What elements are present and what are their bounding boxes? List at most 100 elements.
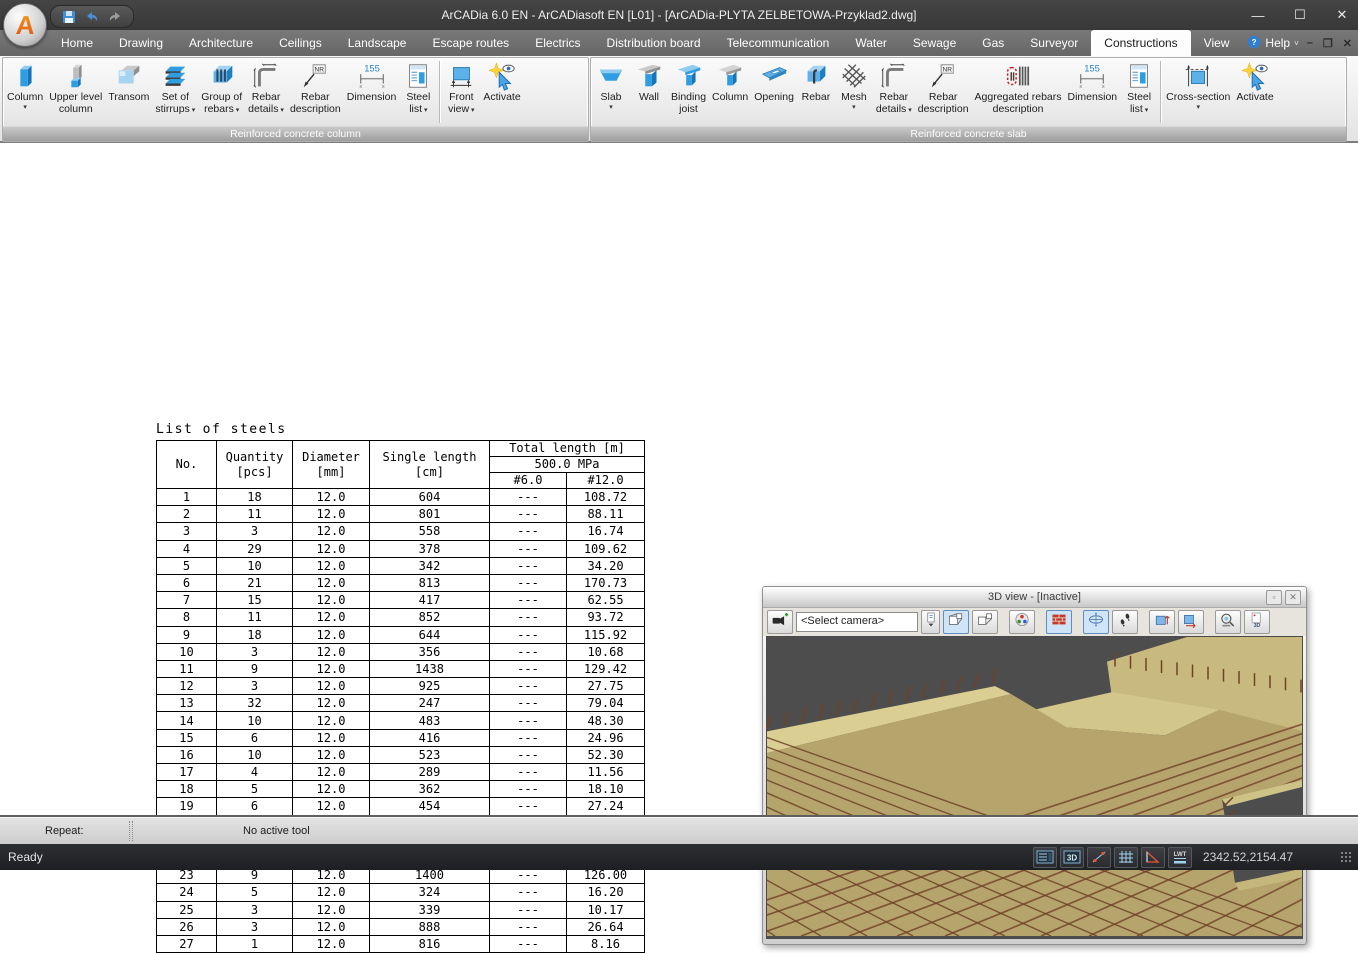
persp-view-button[interactable] bbox=[943, 610, 969, 634]
tab-escape-routes[interactable]: Escape routes bbox=[419, 30, 522, 56]
mesh-button[interactable]: Mesh▾ bbox=[835, 59, 873, 126]
axono-view-button[interactable] bbox=[972, 610, 998, 634]
activate-button[interactable]: Activate bbox=[480, 59, 523, 126]
upper-level-column-button[interactable]: Upper levelcolumn bbox=[46, 59, 105, 126]
project-manager-toggle[interactable] bbox=[1033, 847, 1057, 868]
status-message: Ready bbox=[8, 844, 43, 870]
table-cell: 356 bbox=[370, 643, 490, 660]
table-row: 25312.0339---10.17 bbox=[157, 901, 645, 918]
tab-constructions[interactable]: Constructions bbox=[1091, 30, 1190, 56]
apply-camera-button[interactable] bbox=[921, 610, 940, 634]
tab-telecommunication[interactable]: Telecommunication bbox=[714, 30, 843, 56]
qat-save-button[interactable] bbox=[61, 9, 77, 25]
doc-restore-icon[interactable]: ❐ bbox=[1323, 37, 1333, 50]
view3d-restore-icon[interactable]: ▫ bbox=[1266, 590, 1282, 605]
table-cell: 15 bbox=[157, 729, 217, 746]
ortho-toggle[interactable] bbox=[1141, 847, 1165, 868]
table-cell: 888 bbox=[370, 918, 490, 935]
grid-toggle[interactable] bbox=[1114, 847, 1138, 868]
set-of-stirrups-button[interactable]: Set ofstirrups ▾ bbox=[152, 59, 198, 126]
table-cell: 12.0 bbox=[293, 592, 370, 609]
camera-select[interactable]: <Select camera> bbox=[796, 612, 918, 632]
rebar-button[interactable]: Rebar bbox=[797, 59, 835, 126]
resize-grip-icon[interactable] bbox=[1340, 851, 1352, 863]
axono-view-icon bbox=[976, 611, 994, 633]
column-button[interactable]: Column▾ bbox=[4, 59, 46, 126]
rebar-description-button[interactable]: NRRebardescription bbox=[287, 59, 344, 126]
tab-drawing[interactable]: Drawing bbox=[106, 30, 176, 56]
rebar-details-button[interactable]: Rebardetails ▾ bbox=[873, 59, 915, 126]
qat-undo-button[interactable] bbox=[84, 9, 100, 25]
transom-button[interactable]: Transom bbox=[105, 59, 152, 126]
activate-button[interactable]: Activate bbox=[1233, 59, 1276, 126]
tab-architecture[interactable]: Architecture bbox=[176, 30, 266, 56]
lwt-toggle[interactable]: LWT bbox=[1168, 847, 1192, 868]
steel-list-button[interactable]: Steellist ▾ bbox=[1120, 59, 1158, 126]
rotate-up-icon bbox=[1153, 611, 1171, 633]
tab-electrics[interactable]: Electrics bbox=[522, 30, 593, 56]
view3d-close-icon[interactable]: ✕ bbox=[1285, 590, 1301, 605]
binding-joist-button[interactable]: Bindingjoist bbox=[668, 59, 709, 126]
bricks-button[interactable] bbox=[1046, 610, 1072, 634]
window-title: ArCADia 6.0 EN - ArCADiasoft EN [L01] - … bbox=[0, 0, 1358, 30]
help-button[interactable]: ? Help ˅ bbox=[1247, 35, 1298, 52]
maximize-icon[interactable]: ☐ bbox=[1292, 7, 1308, 23]
view3d-title: 3D view - [Inactive] bbox=[763, 587, 1306, 607]
snap-toggle[interactable] bbox=[1087, 847, 1111, 868]
dimension-button[interactable]: 155xxDimension bbox=[1065, 59, 1121, 126]
ribbon-group-buttons: Column▾Upper levelcolumnTransomSet ofsti… bbox=[3, 58, 588, 127]
close-icon[interactable]: ✕ bbox=[1334, 7, 1350, 23]
doc-close-icon[interactable]: ✕ bbox=[1343, 37, 1352, 50]
render-button[interactable] bbox=[1215, 610, 1241, 634]
group-of-rebars-button[interactable]: Group ofrebars ▾ bbox=[198, 59, 245, 126]
steel-list-button[interactable]: Steellist ▾ bbox=[399, 59, 437, 126]
rotate-up-button[interactable] bbox=[1149, 610, 1175, 634]
view3d-badge-toggle[interactable]: 3D bbox=[1060, 847, 1084, 868]
opening-button[interactable]: Opening bbox=[751, 59, 797, 126]
command-bar-splitter[interactable] bbox=[129, 821, 133, 841]
view3d-viewport[interactable] bbox=[766, 636, 1303, 939]
tab-gas[interactable]: Gas bbox=[969, 30, 1017, 56]
save3d-button[interactable]: 3D bbox=[1244, 610, 1270, 634]
wall-button[interactable]: Wall bbox=[630, 59, 668, 126]
column-button[interactable]: Column bbox=[709, 59, 751, 126]
rotate-right-button[interactable] bbox=[1178, 610, 1204, 634]
app-menu-button[interactable]: A bbox=[3, 3, 47, 47]
table-row: 12312.0925---27.75 bbox=[157, 678, 645, 695]
tab-distribution-board[interactable]: Distribution board bbox=[594, 30, 714, 56]
drawing-canvas[interactable]: List of steels No.Quantity[pcs]Diameter[… bbox=[0, 143, 1358, 815]
table-cell: 523 bbox=[370, 746, 490, 763]
table-cell: 558 bbox=[370, 523, 490, 540]
table-cell: 12 bbox=[157, 678, 217, 695]
title-bar: ArCADia 6.0 EN - ArCADiasoft EN [L01] - … bbox=[0, 0, 1358, 30]
view3d-title-bar[interactable]: 3D view - [Inactive] ▫ ✕ bbox=[763, 587, 1306, 608]
tab-water[interactable]: Water bbox=[842, 30, 900, 56]
cross-section-button[interactable]: Cross-section▾ bbox=[1163, 59, 1233, 126]
add-camera-button[interactable] bbox=[767, 610, 793, 634]
orbit-button[interactable] bbox=[1083, 610, 1109, 634]
tab-ceilings[interactable]: Ceilings bbox=[266, 30, 335, 56]
ribbon-button-label: Rebar bbox=[880, 92, 909, 104]
ribbon-button-label: description bbox=[290, 104, 341, 116]
mesh-icon bbox=[838, 61, 870, 91]
doc-minimize-icon[interactable]: – bbox=[1307, 37, 1313, 49]
qat-redo-button[interactable] bbox=[107, 9, 123, 25]
ribbon-button-label: Activate bbox=[1236, 92, 1273, 104]
table-cell: 12.0 bbox=[293, 781, 370, 798]
colors-button[interactable] bbox=[1009, 610, 1035, 634]
tab-landscape[interactable]: Landscape bbox=[335, 30, 420, 56]
slab-button[interactable]: Slab▾ bbox=[592, 59, 630, 126]
tab-surveyor[interactable]: Surveyor bbox=[1017, 30, 1091, 56]
rebar-description-button[interactable]: NRRebardescription bbox=[915, 59, 972, 126]
rebar-details-button[interactable]: Rebardetails ▾ bbox=[245, 59, 287, 126]
walk-button[interactable] bbox=[1112, 610, 1138, 634]
aggregated-rebars-description-button[interactable]: Aggregated rebarsdescription bbox=[972, 59, 1065, 126]
dimension-button[interactable]: 155xxDimension bbox=[344, 59, 400, 126]
minimize-icon[interactable]: — bbox=[1250, 8, 1266, 23]
tab-view[interactable]: View bbox=[1191, 30, 1243, 56]
front-view-button[interactable]: Frontview ▾ bbox=[442, 59, 480, 126]
view3d-window[interactable]: 3D view - [Inactive] ▫ ✕ <Select camera>… bbox=[762, 586, 1307, 945]
tab-sewage[interactable]: Sewage bbox=[900, 30, 969, 56]
tab-home[interactable]: Home bbox=[48, 30, 106, 56]
table-cell: 21 bbox=[217, 574, 293, 591]
